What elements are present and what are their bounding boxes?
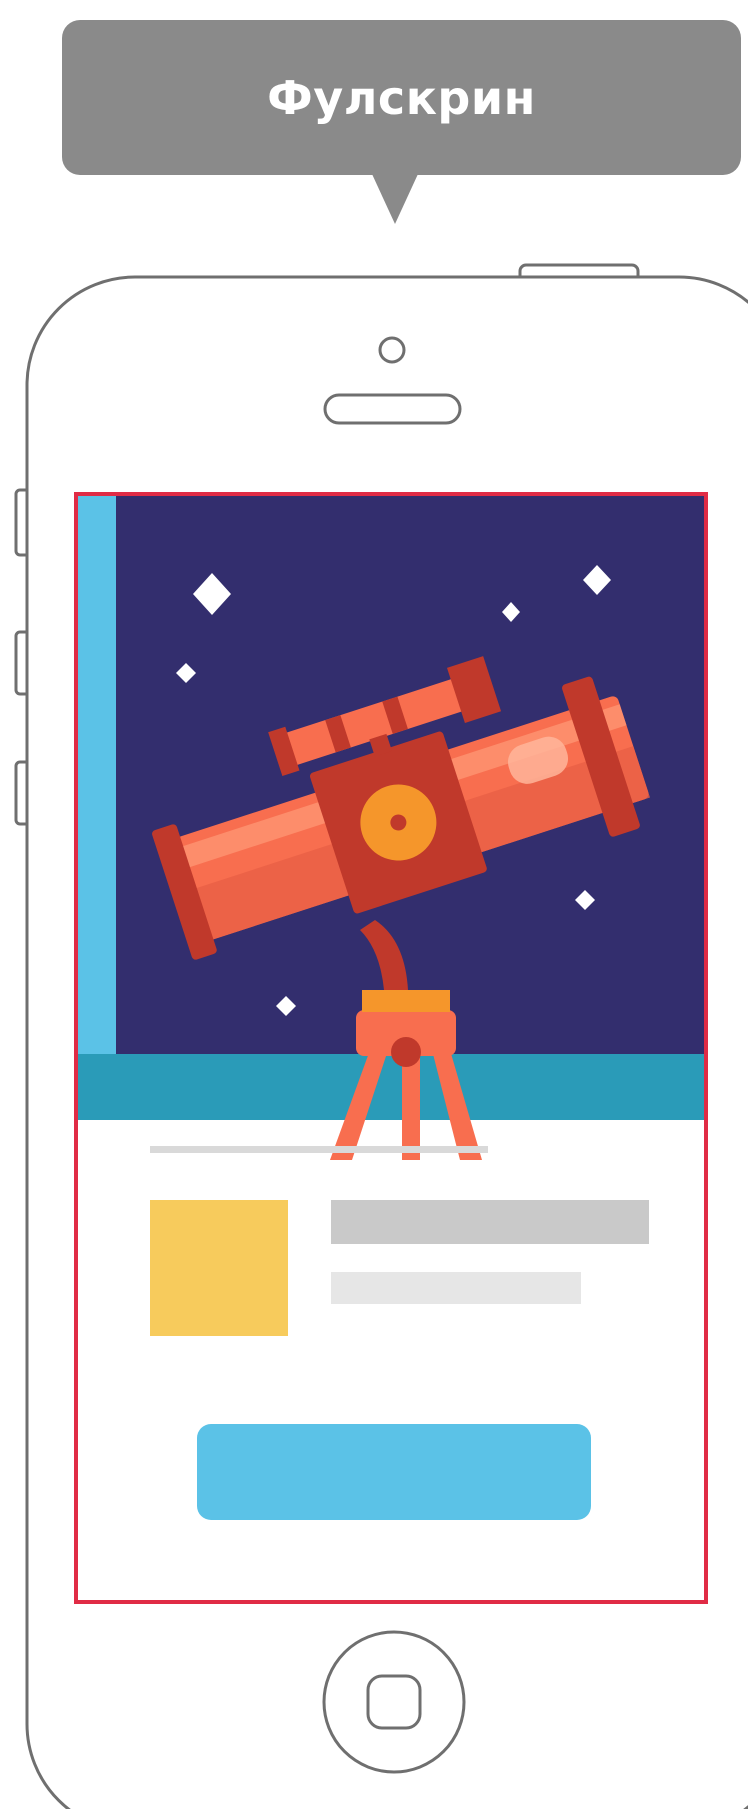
- divider-line: [150, 1146, 488, 1153]
- floor: [76, 1054, 706, 1120]
- thumbnail-placeholder: [150, 1200, 288, 1336]
- home-button-icon: [322, 1630, 466, 1774]
- phone-mockup: [14, 263, 748, 1809]
- camera-icon: [378, 336, 406, 364]
- screen: [76, 494, 706, 1602]
- title-placeholder: [331, 1200, 649, 1244]
- wall-accent: [76, 494, 116, 1054]
- subtitle-placeholder: [331, 1272, 581, 1304]
- cta-button-placeholder: [197, 1424, 591, 1520]
- fullscreen-format-illustration: Фулскрин: [0, 0, 748, 1809]
- speaker-icon: [323, 393, 462, 425]
